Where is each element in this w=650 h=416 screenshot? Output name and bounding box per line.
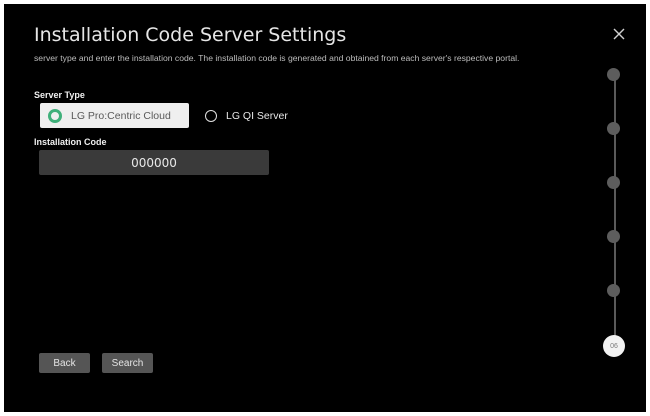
progress-step-dot [607,122,620,135]
radio-option-qi-server[interactable]: LG QI Server [203,103,313,128]
progress-track [614,74,616,344]
installation-code-label: Installation Code [34,137,107,147]
current-step-indicator: 06 [603,335,625,357]
radio-unselected-icon [205,109,217,122]
progress-step-dot [607,176,620,189]
server-type-label: Server Type [34,90,85,100]
settings-screen: Installation Code Server Settings server… [4,4,646,412]
radio-option-procentric-cloud[interactable]: LG Pro:Centric Cloud [40,103,189,128]
search-button[interactable]: Search [102,353,153,373]
installation-code-input[interactable] [39,150,269,175]
radio-option-label: LG QI Server [226,109,288,122]
close-button[interactable] [609,24,629,44]
page-subtitle: server type and enter the installation c… [34,53,520,63]
page-title: Installation Code Server Settings [34,24,347,46]
radio-option-label: LG Pro:Centric Cloud [71,109,171,122]
progress-step-dot [607,230,620,243]
radio-selected-icon [48,108,62,123]
close-icon [613,28,625,40]
progress-step-dot [607,284,620,297]
progress-step-dot [607,68,620,81]
back-button[interactable]: Back [39,353,90,373]
